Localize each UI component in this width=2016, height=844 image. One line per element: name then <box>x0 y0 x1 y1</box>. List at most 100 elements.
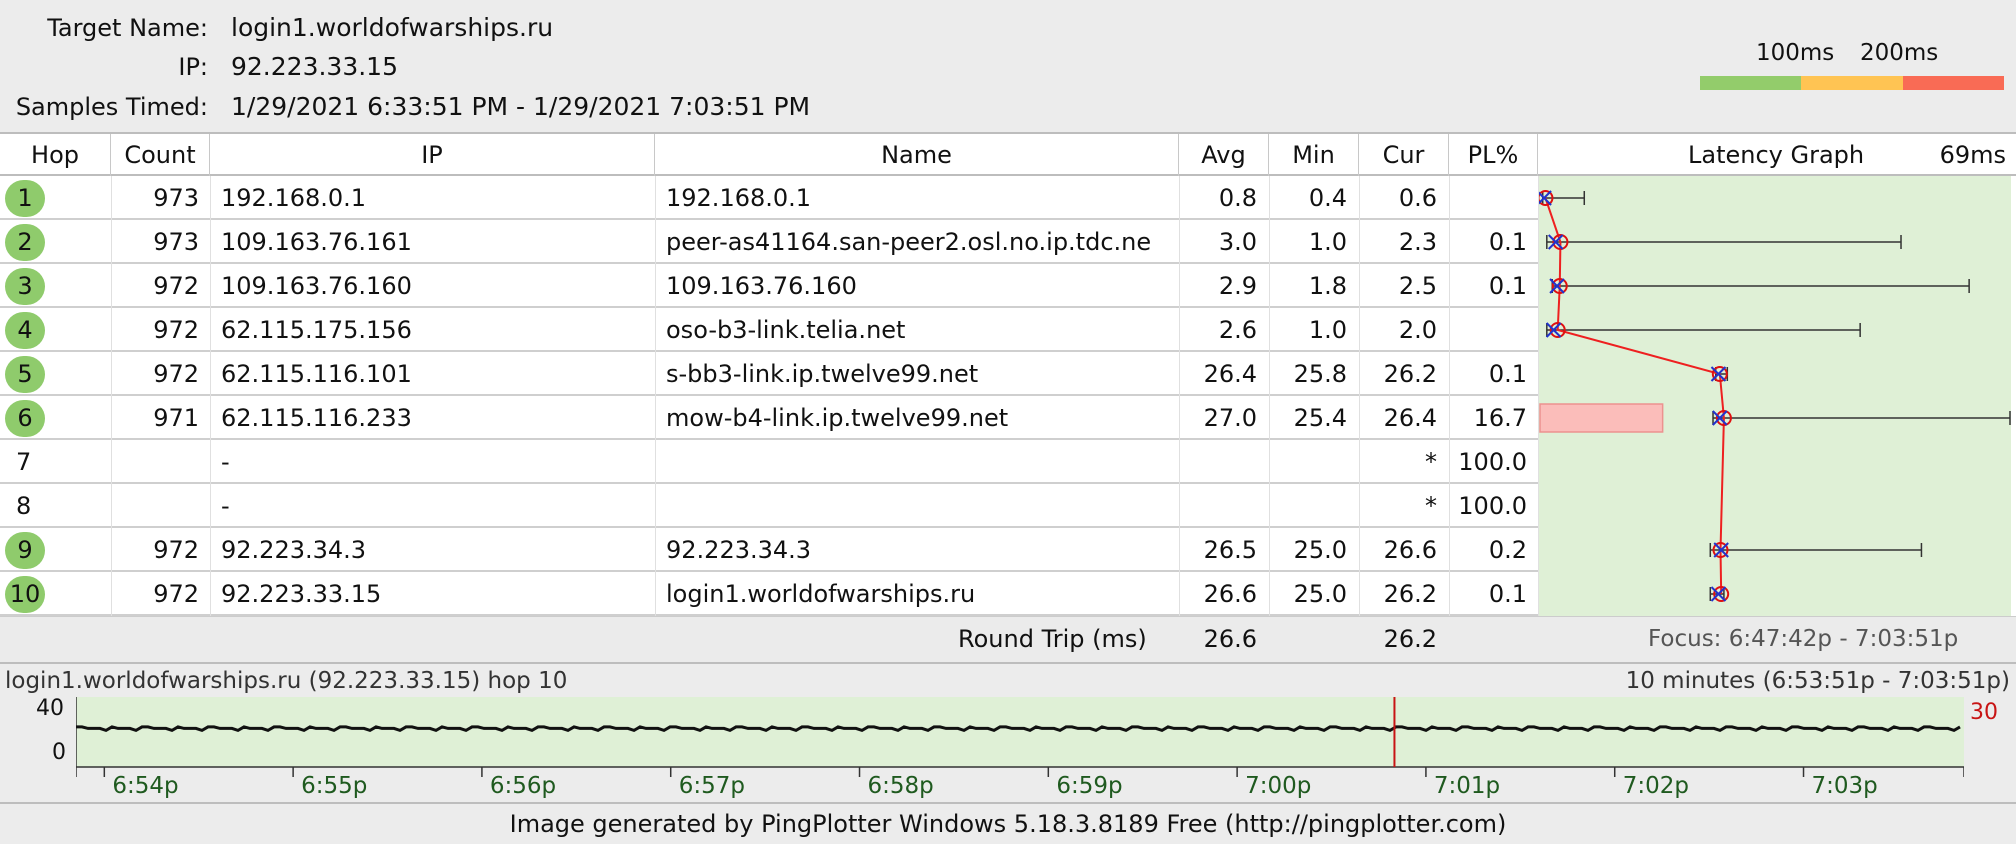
column-separator <box>1269 220 1270 264</box>
hop-avg: 26.6 <box>1203 580 1257 608</box>
target-name-value: login1.worldofwarships.ru <box>231 13 554 42</box>
column-separator <box>111 528 112 572</box>
col-count[interactable]: Count <box>111 134 210 176</box>
hop-pl <box>1449 308 1527 352</box>
hop-cur: 26.2 <box>1383 580 1437 608</box>
target-name-label: Target Name: <box>47 14 208 42</box>
x-tick-label: 6:54p <box>112 773 178 799</box>
hop-cur: 2.0 <box>1398 316 1437 344</box>
timeline-chart[interactable]: 6:54p 6:55p 6:56p 6:57p 6:58p 6:59p 7:00p 7:01p… <box>74 697 1965 799</box>
col-hop[interactable]: Hop <box>0 134 111 176</box>
hop-ip: 109.163.76.160 <box>221 272 412 300</box>
column-separator <box>1269 396 1270 440</box>
column-separator <box>1449 264 1450 308</box>
column-separator <box>1359 396 1360 440</box>
column-separator <box>1269 528 1270 572</box>
column-separator <box>1269 352 1270 396</box>
column-separator <box>111 308 112 352</box>
y-tick-40: 40 <box>36 696 64 721</box>
ip-value: 92.223.33.15 <box>231 52 398 81</box>
hop-pl: 100.0 <box>1458 492 1527 520</box>
round-trip-label: Round Trip (ms) <box>958 625 1147 653</box>
hop-avg <box>1179 440 1257 484</box>
column-separator <box>1179 176 1180 220</box>
hop-row[interactable]: 2 973 109.163.76.161 peer-as41164.san-peer2… <box>0 220 1543 264</box>
col-min[interactable]: Min <box>1269 134 1359 176</box>
hop-ip: 109.163.76.161 <box>221 228 412 256</box>
column-separator <box>1179 220 1180 264</box>
column-separator <box>1269 308 1270 352</box>
column-separator <box>210 396 211 440</box>
column-separator <box>1449 484 1450 528</box>
timeline-plot-area <box>76 697 1964 767</box>
trace-grid: Hop Count IP Name Avg Min Cur PL% Latenc… <box>0 132 2016 616</box>
hop-avg: 27.0 <box>1203 404 1257 432</box>
scale-red-segment <box>1902 76 2004 90</box>
hop-row[interactable]: 9 972 92.223.34.3 92.223.34.3 26.5 25.0 26.6 0.… <box>0 528 1543 572</box>
hop-row[interactable]: 6 971 62.115.116.233 mow-b4-link.ip.twelve9… <box>0 396 1539 440</box>
col-ip[interactable]: IP <box>210 134 655 176</box>
column-separator <box>1179 396 1180 440</box>
hop-row[interactable]: 7 - * 100.0 <box>0 440 1539 484</box>
column-separator <box>111 572 112 616</box>
hop-pl: 0.1 <box>1488 580 1527 608</box>
column-separator <box>1179 440 1180 484</box>
hop-row[interactable]: 10 972 92.223.33.15 login1.worldofwarships.… <box>0 572 1543 616</box>
ip-label: IP: <box>178 53 208 81</box>
hop-ip: 92.223.33.15 <box>221 580 382 608</box>
hop-min: 25.0 <box>1293 580 1347 608</box>
round-trip-bar: Round Trip (ms) 26.6 26.2 Focus: 6:47:42… <box>0 616 2016 662</box>
column-separator <box>1449 308 1450 352</box>
column-separator <box>1179 528 1180 572</box>
hop-cur: 2.3 <box>1398 228 1437 256</box>
credit-line: Image generated by PingPlotter Windows 5… <box>0 802 2016 844</box>
hop-row[interactable]: 5 972 62.115.116.101 s-bb3-link.ip.twelve99… <box>0 352 1543 396</box>
latency-color-scale <box>1700 76 2004 90</box>
hop-name: mow-b4-link.ip.twelve99.net <box>666 404 1009 432</box>
hop-name <box>666 440 1171 484</box>
samples-timed-label: Samples Timed: <box>15 93 208 121</box>
hop-name <box>666 484 1171 528</box>
column-separator <box>210 308 211 352</box>
hop-name: oso-b3-link.telia.net <box>666 316 906 344</box>
hop-avg: 26.5 <box>1203 536 1257 564</box>
col-latency-graph[interactable]: Latency Graph 69ms <box>1538 134 2016 176</box>
latency-graph <box>1536 176 2011 616</box>
focus-range[interactable]: Focus: 6:47:42p - 7:03:51p <box>1648 626 1958 652</box>
col-pl[interactable]: PL% <box>1449 134 1538 176</box>
hop-cur: 26.2 <box>1383 360 1437 388</box>
hop-row[interactable]: 1 973 192.168.0.1 192.168.0.1 0.8 0.4 0.6 <box>0 176 1539 220</box>
hop-min: 25.8 <box>1293 360 1347 388</box>
scale-green-segment <box>1700 76 1802 90</box>
hop-count <box>111 484 199 528</box>
x-tick-label: 6:57p <box>679 773 745 799</box>
hop-number-badge: 10 <box>5 576 45 613</box>
column-separator <box>210 352 211 396</box>
hop-row[interactable]: 4 972 62.115.175.156 oso-b3-link.telia.net 2… <box>0 308 1539 352</box>
column-separator <box>655 220 656 264</box>
scale-label-100ms: 100ms <box>1756 40 1835 66</box>
column-separator <box>210 440 211 484</box>
col-cur[interactable]: Cur <box>1359 134 1449 176</box>
column-separator <box>1359 176 1360 220</box>
hop-cur: 0.6 <box>1398 184 1437 212</box>
hop-number: 8 <box>16 492 32 520</box>
hop-number-badge: 6 <box>5 400 45 437</box>
hop-row[interactable]: 3 972 109.163.76.160 109.163.76.160 2.9 1.8 2.… <box>0 264 1543 308</box>
hop-avg: 2.6 <box>1218 316 1257 344</box>
hop-row[interactable]: 8 - * 100.0 <box>0 484 1539 528</box>
hop-count: 972 <box>153 580 199 608</box>
column-separator <box>210 176 211 220</box>
x-tick-label: 6:55p <box>301 773 367 799</box>
scale-yellow-segment <box>1801 76 1903 90</box>
col-avg[interactable]: Avg <box>1179 134 1269 176</box>
hop-pl: 0.1 <box>1488 228 1527 256</box>
hop-count <box>111 440 199 484</box>
column-separator <box>210 264 211 308</box>
hop-number-badge: 9 <box>5 532 45 569</box>
column-header-row: Hop Count IP Name Avg Min Cur PL% Latenc… <box>0 132 2016 176</box>
hop-min: 1.0 <box>1308 228 1347 256</box>
col-name[interactable]: Name <box>655 134 1179 176</box>
hop-avg: 3.0 <box>1218 228 1257 256</box>
column-separator <box>655 396 656 440</box>
